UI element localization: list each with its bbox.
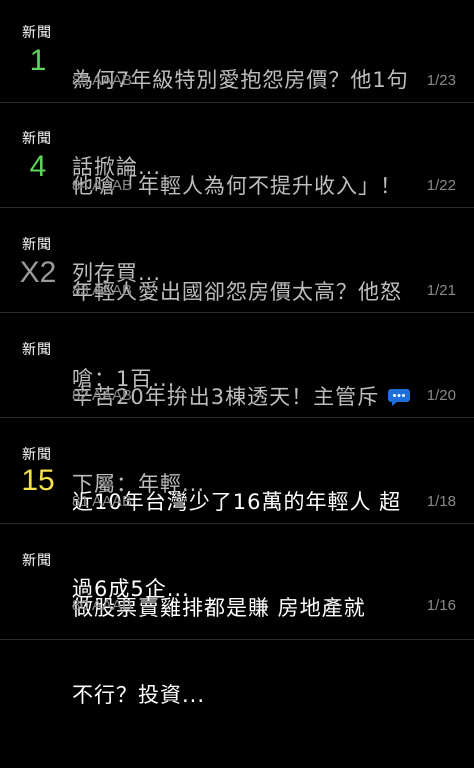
comment-bubble-icon: [388, 389, 410, 406]
category-label: 新聞: [22, 237, 52, 253]
post-meta: 84 AAAB: [72, 177, 132, 194]
post-date: 1/22: [426, 177, 456, 194]
post-meta: 82 AAAB: [72, 387, 132, 404]
category-label: 新聞: [22, 131, 52, 147]
post-author[interactable]: AAAB: [92, 493, 132, 510]
post-row[interactable]: 新聞 1 為何7年級特別愛抱怨房價？他1句 話掀論... 85 AAAB 1/2…: [0, 0, 474, 179]
post-meta: 81 AAAB: [72, 493, 132, 510]
push-count: 15: [21, 464, 55, 497]
post-row[interactable]: 新聞 15 近10年台灣少了16萬的年輕人 超 過6成5企... 81 AAAB…: [0, 418, 474, 601]
post-number: 85: [72, 72, 89, 89]
category-label: 新聞: [22, 342, 52, 358]
post-meta: 85 AAAB: [72, 72, 132, 89]
post-number: 81: [72, 493, 89, 510]
post-number: 84: [72, 177, 89, 194]
post-date: 1/20: [426, 387, 456, 404]
post-row[interactable]: 新聞 X2 年輕人愛出國卻怨房價太高？他怒 嗆：1百... 83 AAAB 1/…: [0, 208, 474, 391]
post-author[interactable]: AAAB: [92, 177, 132, 194]
post-number: 83: [72, 282, 89, 299]
post-date: 1/21: [426, 282, 456, 299]
push-count: 4: [29, 150, 47, 183]
push-count: 1: [29, 44, 47, 77]
post-date: 1/23: [426, 72, 456, 89]
category-label: 新聞: [22, 25, 52, 41]
post-meta: 80 AAAB: [72, 597, 132, 614]
post-date: 1/18: [426, 493, 456, 510]
post-title: 做股票賣雞排都是賺 房地產就 不行？投資...: [72, 536, 452, 768]
push-count: X2: [19, 256, 57, 289]
post-meta: 83 AAAB: [72, 282, 132, 299]
post-row[interactable]: 新聞 4 他嗆「年輕人為何不提升收入」！ 列存買... 84 AAAB 1/22: [0, 103, 474, 285]
post-author[interactable]: AAAB: [92, 282, 132, 299]
post-row[interactable]: 新聞 辛苦20年拚出3棟透天！主管斥 下屬：年輕... 82 AAAB 1/20: [0, 313, 474, 496]
post-row[interactable]: 新聞 做股票賣雞排都是賺 房地產就 不行？投資... 80 AAAB 1/16: [0, 524, 474, 707]
post-author[interactable]: AAAB: [92, 387, 132, 404]
post-author[interactable]: AAAB: [92, 72, 132, 89]
post-author[interactable]: AAAB: [92, 597, 132, 614]
post-number: 82: [72, 387, 89, 404]
post-title-line: 不行？投資...: [72, 683, 206, 707]
category-label: 新聞: [22, 553, 52, 569]
post-date: 1/16: [426, 597, 456, 614]
post-number: 80: [72, 597, 89, 614]
category-label: 新聞: [22, 447, 52, 463]
post-list: 新聞 1 為何7年級特別愛抱怨房價？他1句 話掀論... 85 AAAB 1/2…: [0, 0, 474, 707]
